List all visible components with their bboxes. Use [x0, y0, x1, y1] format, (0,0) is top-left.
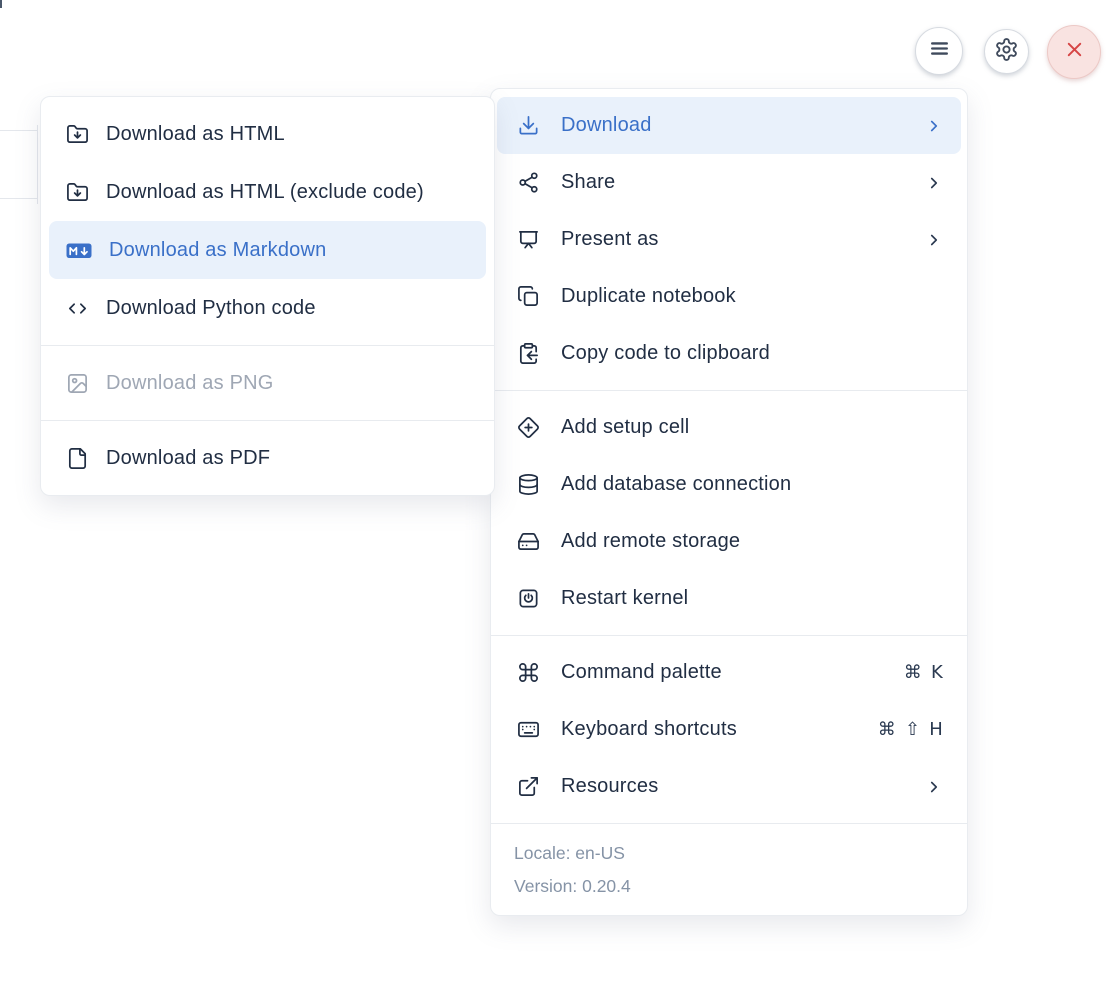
download-submenu: Download as HTML Download as HTML (exclu… [40, 96, 495, 496]
menu-item-restart-kernel[interactable]: Restart kernel [491, 570, 967, 627]
file-icon [66, 447, 89, 470]
keyboard-icon [517, 718, 540, 741]
power-square-icon [517, 587, 540, 610]
version-text: Version: 0.20.4 [514, 870, 947, 903]
folder-down-icon [66, 123, 89, 146]
key-cmd: ⌘ [878, 719, 896, 740]
menu-item-download-as-pdf[interactable]: Download as PDF [41, 429, 494, 487]
diamond-plus-icon [517, 416, 540, 439]
menu-item-duplicate-notebook[interactable]: Duplicate notebook [491, 268, 967, 325]
copy-icon [517, 285, 540, 308]
menu-item-download-as-html-exclude-code[interactable]: Download as HTML (exclude code) [41, 163, 494, 221]
close-icon [1062, 37, 1087, 67]
markdown-icon [66, 239, 92, 262]
menu-footer: Locale: en-US Version: 0.20.4 [491, 823, 967, 915]
submenu-group-pdf: Download as PDF [41, 421, 494, 495]
menu-item-label: Duplicate notebook [561, 285, 943, 308]
menu-item-label: Command palette [561, 661, 883, 684]
menu-item-label: Resources [561, 775, 904, 798]
command-icon [517, 661, 540, 684]
folder-down-icon [66, 181, 89, 204]
chevron-right-icon [925, 117, 943, 135]
menu-item-label: Share [561, 171, 904, 194]
submenu-group-png: Download as PNG [41, 346, 494, 420]
clipboard-copy-icon [517, 342, 540, 365]
hard-drive-icon [517, 530, 540, 553]
menu-item-label: Download as Markdown [109, 239, 478, 262]
menu-item-label: Download as PDF [106, 447, 478, 470]
image-icon [66, 372, 89, 395]
chevron-right-icon [925, 778, 943, 796]
keyboard-shortcut: ⌘ K [904, 662, 943, 683]
page-edge-artifact [0, 0, 2, 8]
menu-item-label: Add remote storage [561, 530, 943, 553]
share-icon [517, 171, 540, 194]
menu-item-command-palette[interactable]: Command palette ⌘ K [491, 644, 967, 701]
keyboard-shortcut: ⌘ ⇧ H [878, 719, 943, 740]
background-cell-border [37, 125, 38, 204]
hamburger-icon [926, 35, 953, 67]
external-link-icon [517, 775, 540, 798]
chevron-right-icon [925, 174, 943, 192]
background-cell-border [0, 198, 38, 199]
menu-item-label: Download as HTML [106, 123, 478, 146]
menu-item-label: Copy code to clipboard [561, 342, 943, 365]
menu-item-label: Add setup cell [561, 416, 943, 439]
key-shift: ⇧ [905, 719, 920, 740]
submenu-group-exports: Download as HTML Download as HTML (exclu… [41, 97, 494, 345]
menu-item-label: Download [561, 114, 904, 137]
chevron-right-icon [925, 231, 943, 249]
key-k: K [931, 662, 943, 683]
shutdown-button[interactable] [1047, 25, 1101, 79]
background-cell-border [0, 130, 38, 131]
locale-text: Locale: en-US [514, 837, 947, 870]
menu-item-label: Add database connection [561, 473, 943, 496]
code-icon [66, 297, 89, 320]
menu-item-share[interactable]: Share [491, 154, 967, 211]
menu-item-add-database-connection[interactable]: Add database connection [491, 456, 967, 513]
menu-item-label: Download as HTML (exclude code) [106, 181, 478, 204]
menu-item-add-setup-cell[interactable]: Add setup cell [491, 399, 967, 456]
menu-item-label: Download Python code [106, 297, 478, 320]
menu-item-label: Download as PNG [106, 372, 478, 395]
menu-group-notebook: Download Share Present as [491, 89, 967, 390]
menu-item-present-as[interactable]: Present as [491, 211, 967, 268]
menu-item-download-as-html[interactable]: Download as HTML [41, 105, 494, 163]
settings-button[interactable] [984, 29, 1029, 74]
menu-item-download[interactable]: Download [497, 97, 961, 154]
menu-item-copy-code[interactable]: Copy code to clipboard [491, 325, 967, 382]
menu-group-kernel: Add setup cell Add database connection A… [491, 391, 967, 635]
notebook-menu: Download Share Present as [490, 88, 968, 916]
gear-icon [994, 37, 1019, 67]
menu-item-download-as-png[interactable]: Download as PNG [41, 354, 494, 412]
database-icon [517, 473, 540, 496]
presentation-icon [517, 228, 540, 251]
key-h: H [929, 719, 943, 740]
download-icon [517, 114, 540, 137]
menu-item-resources[interactable]: Resources [491, 758, 967, 815]
menu-item-keyboard-shortcuts[interactable]: Keyboard shortcuts ⌘ ⇧ H [491, 701, 967, 758]
menu-item-label: Present as [561, 228, 904, 251]
menu-item-download-python-code[interactable]: Download Python code [41, 279, 494, 337]
notebook-actions-button[interactable] [915, 27, 963, 75]
app-overlay: Download Share Present as [0, 0, 1118, 984]
menu-item-label: Keyboard shortcuts [561, 718, 857, 741]
menu-group-help: Command palette ⌘ K Keyboard shortcuts ⌘… [491, 636, 967, 823]
menu-item-add-remote-storage[interactable]: Add remote storage [491, 513, 967, 570]
menu-item-label: Restart kernel [561, 587, 943, 610]
key-cmd: ⌘ [904, 662, 922, 683]
menu-item-download-as-markdown[interactable]: Download as Markdown [49, 221, 486, 279]
